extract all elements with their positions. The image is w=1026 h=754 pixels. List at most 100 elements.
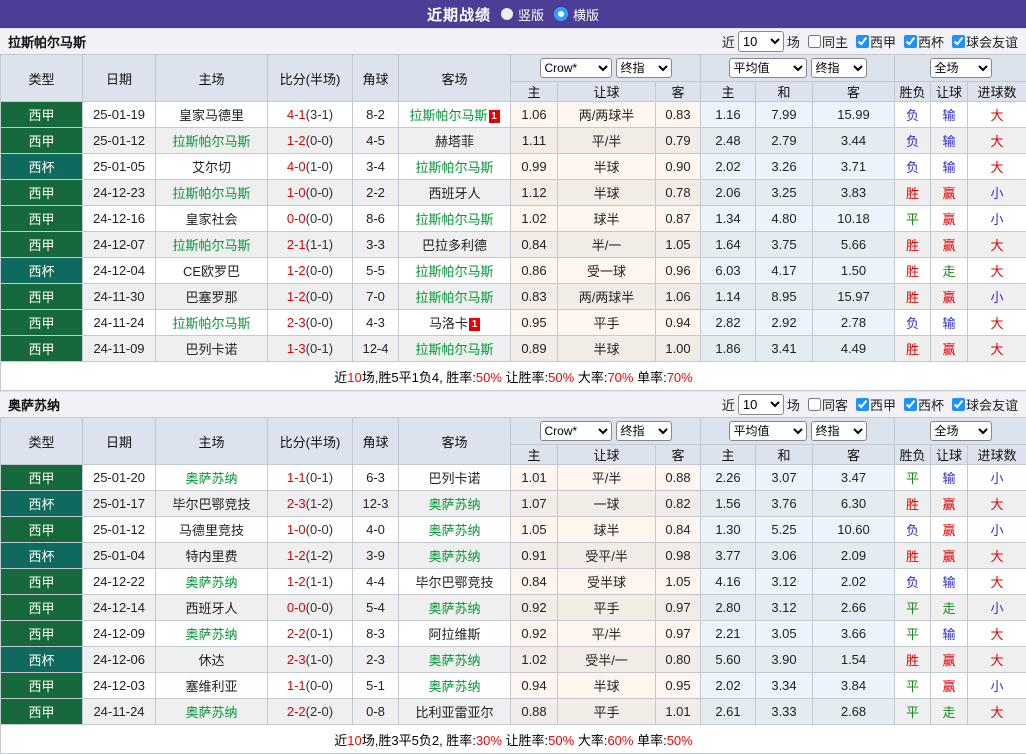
crow-home-odds-cell: 1.07 [511, 491, 558, 517]
friendly-checkbox[interactable]: 球会友谊 [947, 32, 1018, 51]
goals-result-cell: 大 [968, 647, 1026, 673]
laliga-checkbox-input[interactable] [856, 35, 869, 48]
horizontal-layout-option[interactable]: 横版 [554, 5, 599, 24]
scope-select[interactable]: 全场 [930, 58, 992, 78]
match-row: 西杯25-01-17毕尔巴鄂竞技2-3(1-2)12-3奥萨苏纳1.07一球0.… [1, 491, 1026, 517]
type-cell: 西甲 [1, 517, 83, 543]
away-team: 阿拉维斯 [428, 627, 480, 642]
away-team[interactable]: 拉斯帕尔马斯 [409, 108, 487, 123]
home-cell: 巴列卡诺 [156, 336, 268, 362]
handicap-result-cell: 输 [931, 154, 968, 180]
same-venue-checkbox-input[interactable] [808, 398, 821, 411]
same-venue-checkbox[interactable]: 同主 [803, 32, 848, 51]
away-team[interactable]: 奥萨苏纳 [428, 601, 480, 616]
same-venue-checkbox[interactable]: 同客 [803, 395, 848, 414]
avg-draw-odds-cell: 3.26 [756, 154, 813, 180]
copa-checkbox[interactable]: 西杯 [899, 32, 944, 51]
col-handicap-result: 让球 [931, 82, 968, 102]
home-team[interactable]: 奥萨苏纳 [185, 575, 237, 590]
laliga-checkbox[interactable]: 西甲 [851, 32, 896, 51]
handicap-result-cell: 输 [931, 621, 968, 647]
bookmaker-final-select[interactable]: 终指 [616, 58, 672, 78]
home-team[interactable]: 拉斯帕尔马斯 [172, 238, 250, 253]
same-venue-checkbox-input[interactable] [808, 35, 821, 48]
friendly-checkbox-input[interactable] [952, 35, 965, 48]
home-team[interactable]: 奥萨苏纳 [185, 627, 237, 642]
home-team[interactable]: 奥萨苏纳 [185, 705, 237, 720]
match-count-select[interactable]: 10 [738, 394, 784, 415]
results-table: 类型日期主场比分(半场)角球客场Crow*终指平均值终指全场主让球客主和客胜负让… [0, 54, 1026, 391]
friendly-checkbox[interactable]: 球会友谊 [947, 395, 1018, 414]
home-team: 艾尔切 [192, 160, 231, 175]
date-cell: 24-12-22 [83, 569, 156, 595]
handicap-result-cell: 赢 [931, 232, 968, 258]
home-team: 特内里费 [185, 549, 237, 564]
corner-cell: 3-3 [353, 232, 399, 258]
type-cell: 西甲 [1, 180, 83, 206]
horizontal-layout-radio[interactable] [554, 7, 568, 21]
type-cell: 西甲 [1, 336, 83, 362]
full-score: 0-0 [287, 211, 306, 226]
bookmaker-select[interactable]: Crow* [540, 421, 612, 441]
bookmaker-select[interactable]: Crow* [540, 58, 612, 78]
col-corner: 角球 [353, 55, 399, 102]
avg-away-odds-cell: 5.66 [813, 232, 895, 258]
home-team: 塞维利亚 [185, 679, 237, 694]
date-cell: 24-12-03 [83, 673, 156, 699]
copa-checkbox[interactable]: 西杯 [899, 395, 944, 414]
type-cell: 西甲 [1, 284, 83, 310]
away-team[interactable]: 拉斯帕尔马斯 [415, 342, 493, 357]
friendly-checkbox-input[interactable] [952, 398, 965, 411]
home-team[interactable]: 奥萨苏纳 [185, 471, 237, 486]
average-final-select[interactable]: 终指 [811, 58, 867, 78]
goals-result-cell: 小 [968, 673, 1026, 699]
scope-select[interactable]: 全场 [930, 421, 992, 441]
avg-home-odds-cell: 1.86 [701, 336, 756, 362]
away-team[interactable]: 拉斯帕尔马斯 [415, 160, 493, 175]
away-team[interactable]: 奥萨苏纳 [428, 679, 480, 694]
vertical-layout-radio[interactable] [501, 8, 513, 20]
away-team[interactable]: 拉斯帕尔马斯 [415, 212, 493, 227]
average-select[interactable]: 平均值 [729, 421, 807, 441]
col-avg-draw: 和 [756, 445, 813, 465]
home-team[interactable]: 拉斯帕尔马斯 [172, 134, 250, 149]
away-team: 比利亚雷亚尔 [415, 705, 493, 720]
laliga-checkbox-input[interactable] [856, 398, 869, 411]
away-team[interactable]: 奥萨苏纳 [428, 653, 480, 668]
score-cell: 0-0(0-0) [268, 206, 353, 232]
avg-away-odds-cell: 2.66 [813, 595, 895, 621]
vertical-layout-option[interactable]: 竖版 [501, 5, 544, 24]
away-team[interactable]: 奥萨苏纳 [428, 497, 480, 512]
away-team[interactable]: 拉斯帕尔马斯 [415, 264, 493, 279]
score-cell: 2-3(1-2) [268, 491, 353, 517]
home-team[interactable]: 拉斯帕尔马斯 [172, 316, 250, 331]
bookmaker-final-select[interactable]: 终指 [616, 421, 672, 441]
result-cell: 胜 [895, 258, 931, 284]
col-odds-home: 主 [511, 82, 558, 102]
team-section-header: 拉斯帕尔马斯近10场同主西甲西杯球会友谊 [0, 28, 1026, 54]
crow-away-odds-cell: 0.97 [656, 595, 701, 621]
type-cell: 西甲 [1, 699, 83, 725]
match-row: 西甲24-12-22奥萨苏纳1-2(1-1)4-4毕尔巴鄂竞技0.84受半球1.… [1, 569, 1026, 595]
average-select[interactable]: 平均值 [729, 58, 807, 78]
away-team[interactable]: 奥萨苏纳 [428, 549, 480, 564]
match-count-select[interactable]: 10 [738, 31, 784, 52]
average-final-select[interactable]: 终指 [811, 421, 867, 441]
copa-checkbox-input[interactable] [904, 398, 917, 411]
copa-checkbox-input[interactable] [904, 35, 917, 48]
home-team[interactable]: 拉斯帕尔马斯 [172, 186, 250, 201]
avg-home-odds-cell: 2.82 [701, 310, 756, 336]
away-team: 西班牙人 [428, 186, 480, 201]
home-team: 马德里竞技 [179, 523, 244, 538]
avg-away-odds-cell: 2.02 [813, 569, 895, 595]
half-score: (1-0) [306, 159, 333, 174]
away-team[interactable]: 奥萨苏纳 [428, 523, 480, 538]
handicap-cell: 一球 [558, 491, 656, 517]
summary-segment: 近 [334, 370, 347, 385]
laliga-checkbox[interactable]: 西甲 [851, 395, 896, 414]
goals-result-cell: 大 [968, 310, 1026, 336]
full-score: 1-1 [287, 470, 306, 485]
away-team[interactable]: 拉斯帕尔马斯 [415, 290, 493, 305]
half-score: (1-2) [306, 548, 333, 563]
avg-draw-odds-cell: 5.25 [756, 517, 813, 543]
